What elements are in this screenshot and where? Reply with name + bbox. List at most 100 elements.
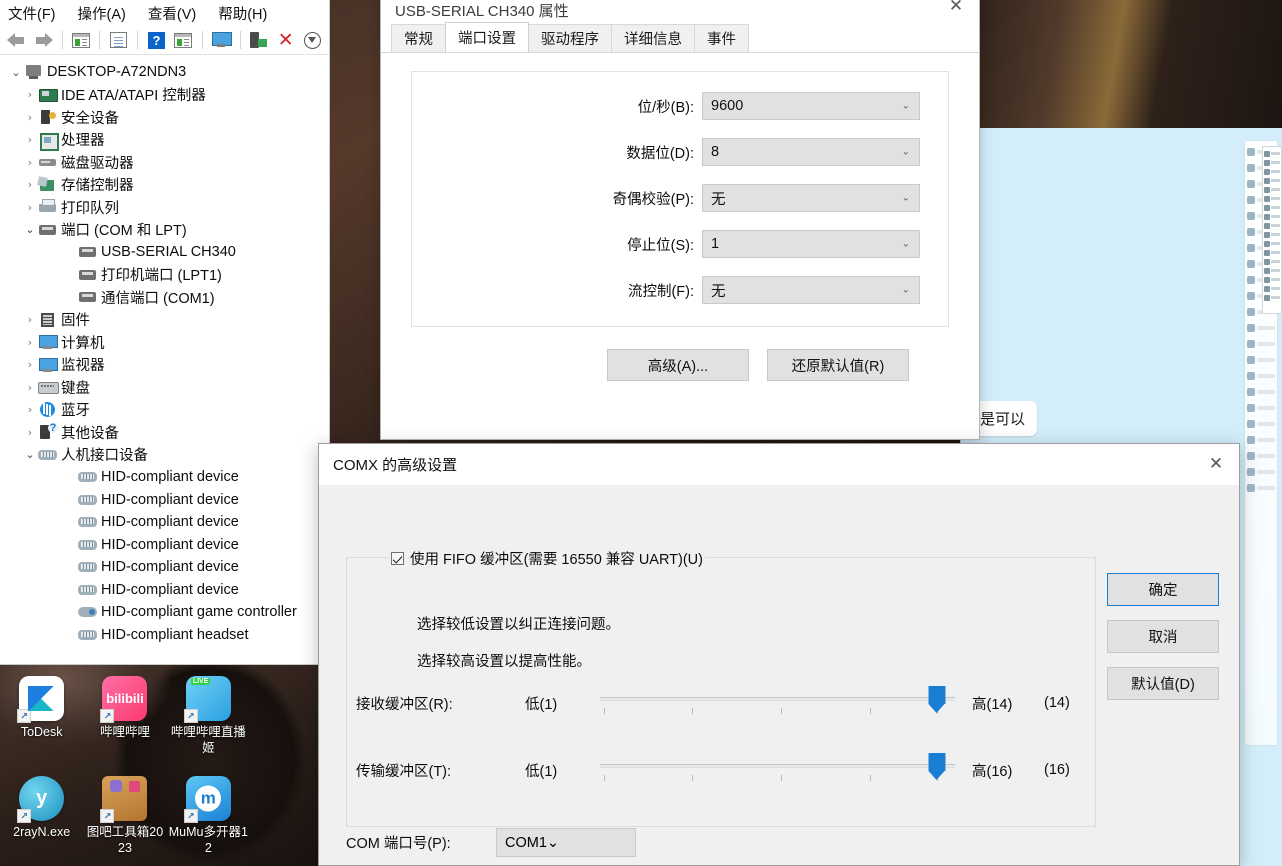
tree-node-security[interactable]: › 安全设备 xyxy=(0,106,329,129)
tree-node-ports[interactable]: ⌄ 端口 (COM 和 LPT) xyxy=(0,219,329,242)
tab-2[interactable]: 驱动程序 xyxy=(528,24,612,52)
stop-bits-combo[interactable]: 1 ⌄ xyxy=(702,230,920,258)
chevron-down-icon[interactable]: ⌄ xyxy=(8,67,24,78)
update-driver-button[interactable] xyxy=(247,29,272,52)
chevron-right-icon[interactable]: › xyxy=(22,314,38,325)
tree-node-keyboard[interactable]: › 键盘 xyxy=(0,376,329,399)
hid-icon xyxy=(78,468,98,486)
tree-node-hid[interactable]: ⌄ 人机接口设备 xyxy=(0,444,329,467)
background-tree-row xyxy=(1264,212,1280,221)
tree-node-printer-port-lpt1[interactable]: 打印机端口 (LPT1) xyxy=(0,264,329,287)
chevron-right-icon[interactable]: › xyxy=(22,382,38,393)
ok-button[interactable]: 确定 xyxy=(1107,573,1219,606)
transmit-buffer-slider[interactable] xyxy=(600,753,955,787)
com-port-combo[interactable]: COM1 ⌄ xyxy=(496,828,636,857)
tree-node-label: 打印机端口 (LPT1) xyxy=(101,268,222,285)
tab-1[interactable]: 端口设置 xyxy=(445,22,529,52)
defaults-button[interactable]: 默认值(D) xyxy=(1107,667,1219,700)
tree-node-computer[interactable]: ⌄ DESKTOP-A72NDN3 xyxy=(0,61,329,84)
tree-node-hid-headset[interactable]: HID-compliant headset xyxy=(0,624,329,647)
chevron-right-icon[interactable]: › xyxy=(22,404,38,415)
tree-node-hid-device[interactable]: HID-compliant device xyxy=(0,466,329,489)
uninstall-device-button[interactable]: ✕ xyxy=(273,29,298,52)
tab-3[interactable]: 详细信息 xyxy=(611,24,695,52)
desktop-icon-bilibili-live[interactable]: ↗ 哔哩哔哩直播姬 xyxy=(167,670,250,770)
desktop-icon-mumu[interactable]: ↗ MuMu多开器12 xyxy=(167,770,250,866)
tree-node-hid-device[interactable]: HID-compliant device xyxy=(0,556,329,579)
tree-node-disk[interactable]: › 磁盘驱动器 xyxy=(0,151,329,174)
scan-window-button[interactable] xyxy=(171,29,196,52)
receive-buffer-slider[interactable] xyxy=(600,686,955,720)
tree-node-other-devices[interactable]: › 其他设备 xyxy=(0,421,329,444)
cancel-button[interactable]: 取消 xyxy=(1107,620,1219,653)
port-icon xyxy=(78,288,98,306)
device-tree[interactable]: ⌄ DESKTOP-A72NDN3 › IDE ATA/ATAPI 控制器 › 安全设备 ›… xyxy=(0,55,329,664)
slider-thumb[interactable] xyxy=(928,753,946,780)
tree-node-print-queue[interactable]: › 打印队列 xyxy=(0,196,329,219)
bits-per-second-combo-label: 位/秒(B): xyxy=(637,99,694,116)
tree-node-ide[interactable]: › IDE ATA/ATAPI 控制器 xyxy=(0,84,329,107)
menu-help[interactable]: 帮助(H) xyxy=(216,1,269,26)
properties-tab-strip[interactable]: 常规 端口设置 驱动程序 详细信息 事件 xyxy=(381,22,979,53)
menu-file[interactable]: 文件(F) xyxy=(6,1,58,26)
stop-bits-combo-label: 停止位(S): xyxy=(627,237,694,254)
tree-node-bluetooth[interactable]: › 蓝牙 xyxy=(0,399,329,422)
download-button[interactable] xyxy=(300,29,325,52)
chevron-right-icon[interactable]: › xyxy=(22,134,38,145)
help-button[interactable]: ? xyxy=(144,29,169,52)
background-tree-row xyxy=(1264,185,1280,194)
tree-node-firmware[interactable]: › 固件 xyxy=(0,309,329,332)
desktop-icon-v2rayn[interactable]: y ↗ 2rayN.exe xyxy=(0,770,83,866)
tree-node-hid-game-controller[interactable]: HID-compliant game controller xyxy=(0,601,329,624)
chevron-right-icon[interactable]: › xyxy=(22,337,38,348)
restore-defaults-button[interactable]: 还原默认值(R) xyxy=(767,349,909,381)
tree-node-storage[interactable]: › 存储控制器 xyxy=(0,174,329,197)
tree-node-comm-port-com1[interactable]: 通信端口 (COM1) xyxy=(0,286,329,309)
chevron-right-icon[interactable]: › xyxy=(22,89,38,100)
desktop-icon-bilibili-label: 哔哩哔哩 xyxy=(99,725,150,739)
tab-0[interactable]: 常规 xyxy=(391,24,446,52)
chevron-down-icon[interactable]: ⌄ xyxy=(22,449,38,460)
menu-action[interactable]: 操作(A) xyxy=(76,1,128,26)
tab-4[interactable]: 事件 xyxy=(694,24,749,52)
close-icon[interactable]: ✕ xyxy=(1193,450,1239,480)
tree-node-processor[interactable]: › 处理器 xyxy=(0,129,329,152)
desktop-icon-todesk[interactable]: ↗ ToDesk xyxy=(0,670,83,770)
chevron-right-icon[interactable]: › xyxy=(22,112,38,123)
tree-node-computer-sub[interactable]: › 计算机 xyxy=(0,331,329,354)
background-list-item xyxy=(1247,353,1275,366)
tree-node-hid-device[interactable]: HID-compliant device xyxy=(0,489,329,512)
tree-node-label: 键盘 xyxy=(61,380,90,397)
desktop-icon-tuba-toolbox[interactable]: ↗ 图吧工具箱2023 xyxy=(83,770,166,866)
flow-control-combo[interactable]: 无 ⌄ xyxy=(702,276,920,304)
slider-thumb[interactable] xyxy=(928,686,946,713)
fw-icon xyxy=(38,311,58,329)
properties-button[interactable] xyxy=(106,29,131,52)
chevron-right-icon[interactable]: › xyxy=(22,179,38,190)
checkbox-icon[interactable] xyxy=(391,552,404,565)
background-tree-row xyxy=(1264,248,1280,257)
fifo-checkbox-row[interactable]: 使用 FIFO 缓冲区(需要 16550 兼容 UART)(U) xyxy=(389,548,705,569)
back-button[interactable] xyxy=(4,29,29,52)
forward-button[interactable] xyxy=(31,29,56,52)
tree-node-usb-serial-ch340[interactable]: USB-SERIAL CH340 xyxy=(0,241,329,264)
tree-node-hid-device[interactable]: HID-compliant device xyxy=(0,579,329,602)
parity-combo[interactable]: 无 ⌄ xyxy=(702,184,920,212)
menu-view[interactable]: 查看(V) xyxy=(146,1,198,26)
data-bits-combo[interactable]: 8 ⌄ xyxy=(702,138,920,166)
chevron-right-icon[interactable]: › xyxy=(22,202,38,213)
desktop-icon-bilibili[interactable]: bilibili ↗ 哔哩哔哩 xyxy=(83,670,166,770)
show-tree-button[interactable] xyxy=(69,29,94,52)
tree-node-hid-device[interactable]: HID-compliant device xyxy=(0,534,329,557)
background-list-item xyxy=(1247,449,1275,462)
scan-hardware-button[interactable] xyxy=(209,29,234,52)
advanced-button[interactable]: 高级(A)... xyxy=(607,349,749,381)
tree-node-hid-device[interactable]: HID-compliant device xyxy=(0,511,329,534)
close-icon[interactable]: ✕ xyxy=(933,0,979,21)
tree-node-monitor[interactable]: › 监视器 xyxy=(0,354,329,377)
chevron-right-icon[interactable]: › xyxy=(22,427,38,438)
chevron-right-icon[interactable]: › xyxy=(22,157,38,168)
chevron-down-icon[interactable]: ⌄ xyxy=(22,224,38,235)
chevron-right-icon[interactable]: › xyxy=(22,359,38,370)
bits-per-second-combo[interactable]: 9600 ⌄ xyxy=(702,92,920,120)
